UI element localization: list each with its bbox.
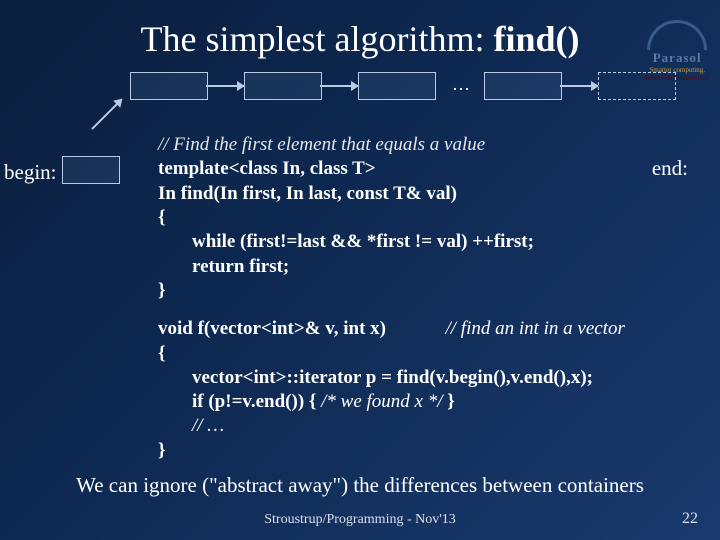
arrow-icon (320, 85, 358, 87)
code-line: In find(In first, In last, const T& val) (158, 182, 698, 206)
title-function: find() (493, 19, 579, 59)
arrow-icon (560, 85, 598, 87)
code-line: if (p!=v.end()) { /* we found x */ } (158, 390, 698, 414)
inline-comment: /* we found x */ (321, 391, 442, 412)
code-fragment: } (443, 391, 455, 412)
code-line: // … (158, 414, 698, 438)
code-line: while (first!=last && *first != val) ++f… (158, 230, 698, 254)
code-line: template<class In, class T> (158, 157, 698, 181)
diagram-node (244, 72, 322, 100)
code-line: { (158, 342, 698, 366)
parasol-arc-icon (647, 20, 707, 50)
diagram-end-node (598, 72, 676, 100)
page-number: 22 (682, 510, 698, 528)
code-line: } (158, 279, 698, 303)
f-signature: void f(vector<int>& v, int x) (158, 318, 386, 339)
title-prefix: The simplest algorithm: (141, 19, 494, 59)
inline-comment: // find an int in a vector (445, 318, 624, 339)
arrow-icon (206, 85, 244, 87)
code-line: return first; (158, 255, 698, 279)
diagram-ellipsis: … (452, 74, 470, 95)
code-block: // Find the first element that equals a … (158, 133, 698, 463)
code-line: void f(vector<int>& v, int x) // find an… (158, 317, 698, 341)
find-template: template<class In, class T> In find(In f… (158, 157, 698, 303)
footer-text: Stroustrup/Programming - Nov'13 (0, 512, 720, 528)
diagram-node (130, 72, 208, 100)
code-comment: // Find the first element that equals a … (158, 133, 698, 157)
code-fragment: if (p!=v.end()) { (192, 391, 321, 412)
code-line: { (158, 206, 698, 230)
diagram-node (358, 72, 436, 100)
begin-label: begin: (4, 160, 57, 185)
summary-text: We can ignore ("abstract away") the diff… (0, 473, 720, 498)
end-label: end: (652, 155, 688, 182)
begin-box (62, 156, 120, 184)
diagram-node (484, 72, 562, 100)
logo-name: Parasol (644, 50, 710, 66)
code-line: } (158, 439, 698, 463)
code-line: vector<int>::iterator p = find(v.begin()… (158, 366, 698, 390)
slide-title: The simplest algorithm: find() (0, 0, 720, 60)
usage-function: void f(vector<int>& v, int x) // find an… (158, 317, 698, 463)
